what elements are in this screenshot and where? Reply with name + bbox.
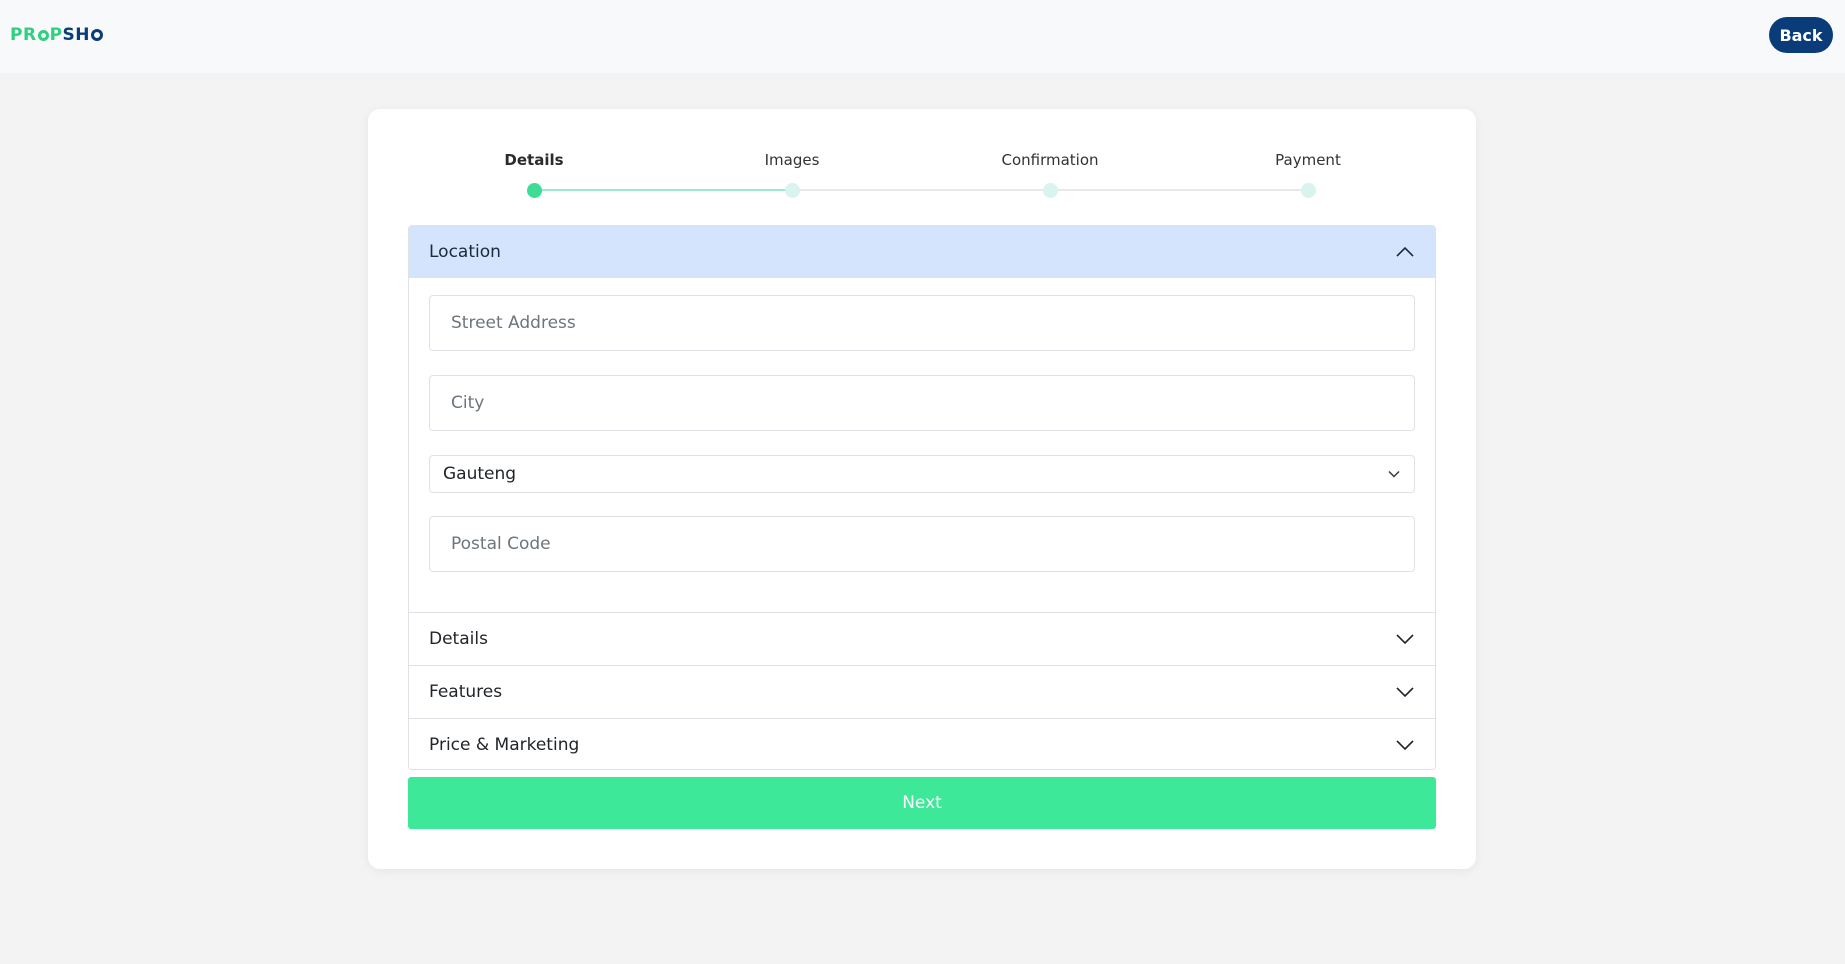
propsho-logo[interactable]: PR P SH bbox=[10, 25, 104, 45]
accordion-header-price-marketing[interactable]: Price & Marketing bbox=[409, 719, 1435, 769]
step-dot-payment[interactable] bbox=[1300, 183, 1316, 198]
street-address-input[interactable] bbox=[429, 295, 1415, 351]
logo-pin-icon bbox=[37, 29, 49, 41]
step-label-payment[interactable]: Payment bbox=[1228, 151, 1388, 169]
logo-text-sh: SH bbox=[62, 25, 91, 45]
chevron-up-icon bbox=[1396, 246, 1414, 257]
postal-code-input[interactable] bbox=[429, 516, 1415, 572]
city-input[interactable] bbox=[429, 375, 1415, 431]
step-connector-2 bbox=[792, 189, 1050, 191]
chevron-down-icon bbox=[1396, 687, 1414, 698]
step-connector-1 bbox=[534, 189, 792, 191]
logo-text-p: P bbox=[49, 25, 63, 45]
accordion-title-price-marketing: Price & Marketing bbox=[429, 735, 580, 755]
step-label-images[interactable]: Images bbox=[712, 151, 872, 169]
next-button[interactable]: Next bbox=[408, 777, 1436, 829]
accordion-title-location: Location bbox=[429, 242, 501, 262]
accordion-header-features[interactable]: Features bbox=[409, 666, 1435, 718]
step-dot-details[interactable] bbox=[526, 183, 542, 198]
listing-accordion: Location Gauteng Details Features bbox=[408, 225, 1436, 770]
province-select-value: Gauteng bbox=[443, 464, 517, 484]
accordion-title-features: Features bbox=[429, 682, 503, 702]
province-select[interactable]: Gauteng bbox=[429, 455, 1415, 493]
logo-o-icon bbox=[91, 29, 104, 41]
step-label-details[interactable]: Details bbox=[454, 151, 614, 169]
step-dot-confirmation[interactable] bbox=[1042, 183, 1058, 198]
chevron-down-icon bbox=[1396, 740, 1414, 751]
back-button[interactable]: Back bbox=[1769, 17, 1833, 53]
chevron-down-icon bbox=[1396, 634, 1414, 645]
accordion-header-details[interactable]: Details bbox=[409, 613, 1435, 665]
progress-stepper: Details Images Confirmation Payment bbox=[368, 109, 1476, 209]
accordion-header-location[interactable]: Location bbox=[409, 226, 1435, 278]
step-dot-images[interactable] bbox=[784, 183, 800, 198]
top-navbar: PR P SH Back bbox=[0, 0, 1845, 73]
accordion-title-details: Details bbox=[429, 629, 488, 649]
step-connector-3 bbox=[1050, 189, 1308, 191]
chevron-down-icon bbox=[1388, 470, 1400, 478]
logo-text-pr: PR bbox=[10, 25, 37, 45]
listing-form-card: Details Images Confirmation Payment Loca… bbox=[368, 109, 1476, 869]
step-label-confirmation[interactable]: Confirmation bbox=[970, 151, 1130, 169]
